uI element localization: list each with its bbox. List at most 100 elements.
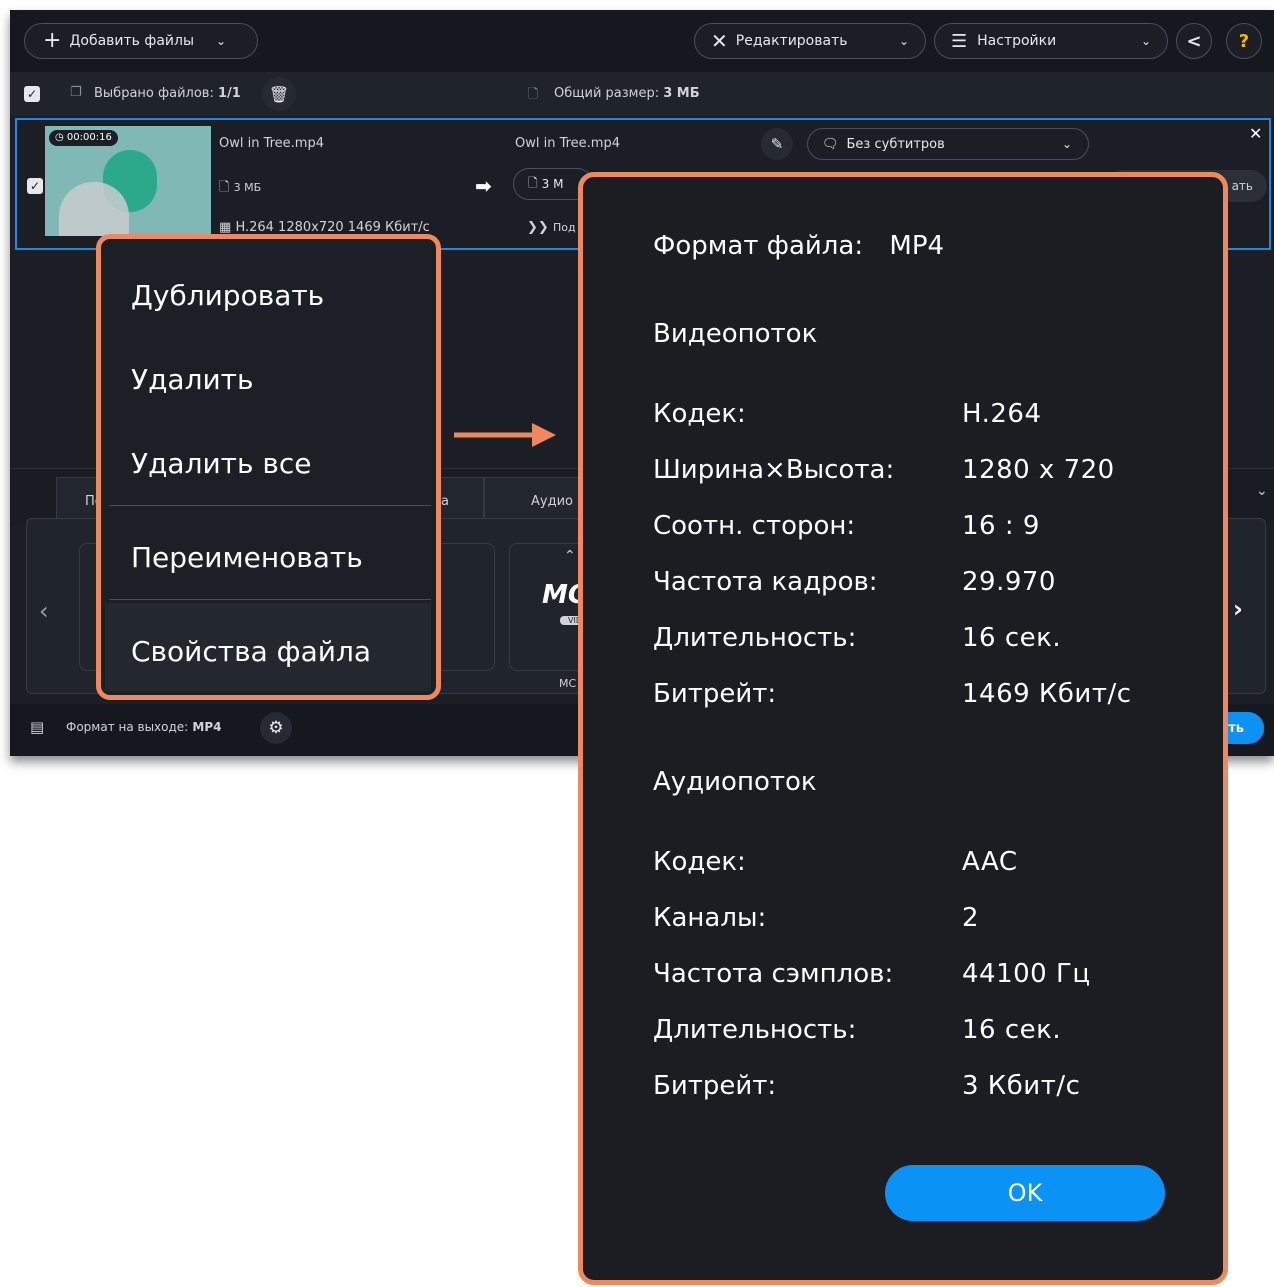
format-value: MP4: [889, 231, 945, 261]
audio-codec-value: AAC: [962, 847, 1018, 877]
speech-bubble-icon: 🗨︎: [822, 136, 839, 152]
preset-caption: МС: [559, 677, 577, 690]
chevron-down-icon: ⌄: [216, 34, 227, 48]
tab-video-label: а: [441, 494, 449, 509]
video-stream-heading: Видеопоток: [653, 319, 818, 349]
video-aspect-label: Соотн. сторон:: [653, 511, 856, 541]
help-icon: ?: [1238, 30, 1250, 52]
file-icon: 🗋︎: [528, 87, 539, 102]
selected-files-label: Выбрано файлов:: [94, 86, 214, 101]
duration-badge: ◷ 00:00:16: [49, 130, 118, 146]
video-bitrate-value: 1469 Кбит/с: [962, 679, 1132, 709]
edit-label: Редактировать: [735, 33, 848, 49]
menu-item-file-properties[interactable]: Свойства файла: [131, 635, 371, 668]
output-extra: ❯❯ Под: [527, 220, 576, 235]
top-toolbar: + Добавить файлы ⌄ ✕ Редактировать ⌄ ☰ Н…: [10, 10, 1274, 72]
source-size: 🗋︎ 3 МБ: [219, 178, 261, 200]
settings-button[interactable]: ☰ Настройки ⌄: [934, 23, 1168, 59]
selected-files-value: 1/1: [217, 86, 241, 101]
scroll-right-icon[interactable]: ›: [1233, 595, 1243, 623]
chevron-down-icon: ⌄: [1061, 137, 1072, 151]
total-size-label: Общий размер:: [554, 86, 660, 101]
ok-button[interactable]: OK: [885, 1165, 1165, 1221]
edit-file-button[interactable]: ✎: [761, 128, 793, 160]
menu-item-delete-all[interactable]: Удалить все: [131, 447, 312, 480]
close-icon[interactable]: ✕: [1249, 124, 1262, 143]
video-framerate-label: Частота кадров:: [653, 567, 878, 597]
audio-channels-value: 2: [962, 903, 980, 933]
audio-samplerate-value: 44100 Гц: [962, 959, 1091, 989]
audio-codec-label: Кодек:: [653, 847, 746, 877]
menu-item-delete[interactable]: Удалить: [131, 363, 254, 396]
chevron-down-icon: ⌄: [898, 34, 909, 48]
settings-label: Настройки: [977, 33, 1057, 49]
video-bitrate-label: Битрейт:: [653, 679, 777, 709]
selected-files-text: Выбрано файлов: 1/1: [94, 86, 241, 101]
add-files-label: Добавить файлы: [69, 33, 195, 49]
sliders-icon: ☰: [951, 30, 968, 52]
audio-duration-label: Длительность:: [653, 1015, 857, 1045]
subtitles-value: Без субтитров: [846, 136, 945, 152]
chevron-down-icon[interactable]: ⌄: [1256, 483, 1268, 499]
menu-item-duplicate[interactable]: Дублировать: [131, 279, 324, 312]
chevron-down-icon: ⌄: [1140, 34, 1151, 48]
duration-value: 00:00:16: [66, 132, 112, 143]
files-icon: ❐: [70, 85, 82, 100]
audio-duration-value: 16 сек.: [962, 1015, 1062, 1045]
total-size-value: 3 МБ: [663, 86, 700, 101]
trash-icon: 🗑︎: [268, 84, 290, 104]
video-aspect-value: 16 : 9: [962, 511, 1040, 541]
audio-samplerate-label: Частота сэмплов:: [653, 959, 894, 989]
convert-button-label: ть: [1228, 720, 1244, 736]
file-properties-dialog: Формат файла: MP4 Видеопоток Кодек: H.26…: [578, 172, 1228, 1285]
video-duration-value: 16 сек.: [962, 623, 1062, 653]
share-button[interactable]: <: [1176, 23, 1212, 59]
file-icon: 🗋︎: [528, 175, 538, 190]
pencil-icon: ✎: [770, 135, 784, 153]
video-resolution-value: 1280 x 720: [962, 455, 1115, 485]
clock-icon: ◷: [55, 132, 64, 143]
audio-stream-heading: Аудиопоток: [653, 767, 817, 797]
video-codec-value: H.264: [962, 399, 1042, 429]
menu-divider: [109, 599, 431, 600]
context-menu: Дублировать Удалить Удалить все Переимен…: [96, 234, 441, 700]
ok-button-label: OK: [1007, 1179, 1043, 1207]
source-file-name: Owl in Tree.mp4: [219, 136, 324, 151]
total-size-text: Общий размер: 3 МБ: [554, 86, 700, 101]
delete-selected-button[interactable]: 🗑︎: [262, 77, 296, 111]
format-row: Формат файла: MP4: [653, 231, 944, 261]
file-icon: 🗋︎: [219, 180, 230, 195]
video-thumbnail[interactable]: ◷ 00:00:16: [45, 126, 211, 236]
annotation-arrow-icon: [454, 423, 556, 447]
video-framerate-value: 29.970: [962, 567, 1056, 597]
output-format-label: Формат на выходе:: [66, 720, 189, 734]
output-extra-value: Под: [552, 221, 576, 234]
help-button[interactable]: ?: [1226, 23, 1262, 59]
output-format-text: Формат на выходе: MP4: [66, 720, 221, 735]
format-label: Формат файла:: [653, 231, 864, 261]
menu-item-rename[interactable]: Переименовать: [131, 541, 363, 574]
select-all-checkbox[interactable]: ✓: [24, 86, 40, 102]
expand-up-icon: ⌃: [564, 548, 576, 564]
source-info: ▦ H.264 1280x720 1469 Кбит/с: [219, 220, 430, 235]
subtitles-dropdown[interactable]: 🗨︎ Без субтитров ⌄: [807, 128, 1089, 160]
convert-arrow-icon: ➡: [475, 174, 492, 198]
output-format-value: MP4: [192, 720, 222, 734]
source-info-value: H.264 1280x720 1469 Кбит/с: [235, 220, 430, 235]
file-action-label: ать: [1231, 179, 1253, 193]
audio-bitrate-value: 3 Кбит/с: [962, 1071, 1081, 1101]
scroll-left-icon[interactable]: ‹: [39, 597, 49, 625]
menu-divider: [109, 505, 431, 506]
edit-button[interactable]: ✕ Редактировать ⌄: [694, 23, 926, 59]
file-checkbox[interactable]: ✓: [27, 178, 43, 194]
selection-bar: ✓ ❐ Выбрано файлов: 1/1 🗑︎ 🗋︎ Общий разм…: [10, 72, 1274, 116]
audio-bitrate-label: Битрейт:: [653, 1071, 777, 1101]
format-settings-button[interactable]: ⚙: [260, 712, 292, 744]
add-files-button[interactable]: + Добавить файлы ⌄: [24, 23, 258, 59]
fast-forward-icon: ❯❯: [527, 220, 549, 235]
plus-icon: +: [43, 28, 62, 53]
tools-icon: ✕: [711, 29, 728, 53]
audio-channels-label: Каналы:: [653, 903, 767, 933]
source-size-value: 3 МБ: [233, 181, 262, 194]
output-size-value: 3 М: [541, 177, 564, 191]
